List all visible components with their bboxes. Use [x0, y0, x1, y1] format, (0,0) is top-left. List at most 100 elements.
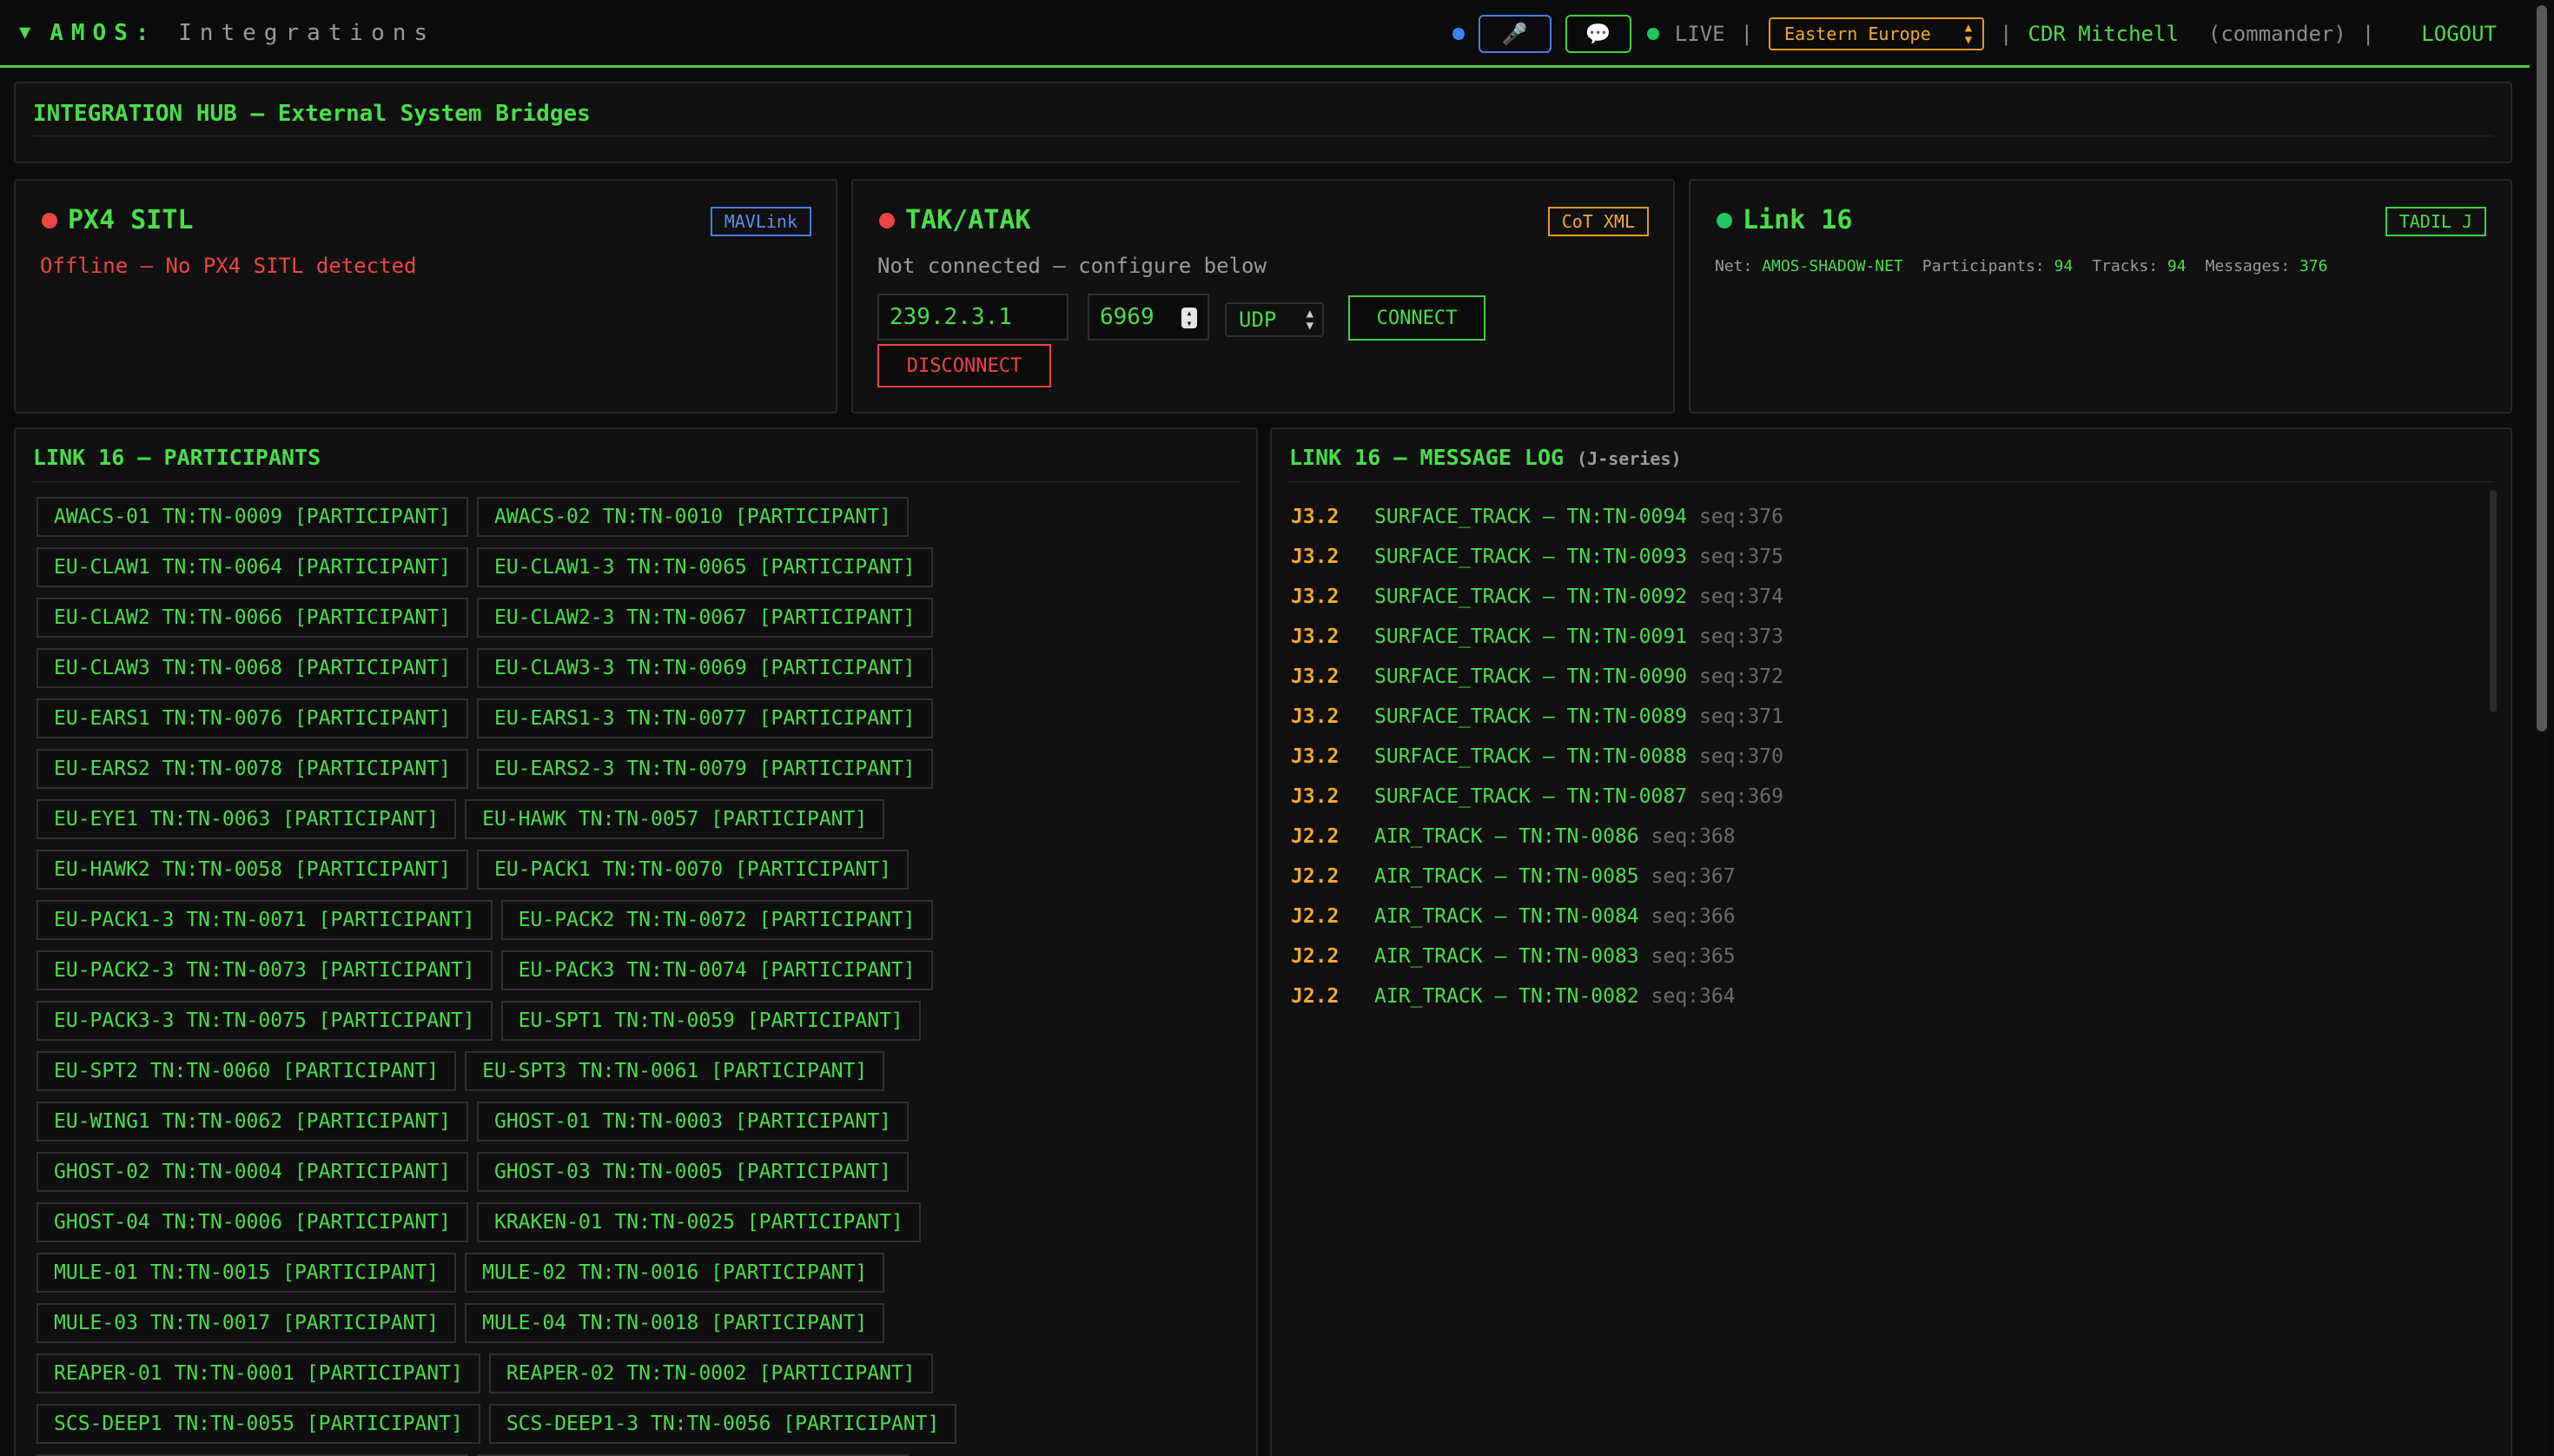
- host-input[interactable]: 239.2.3.1: [877, 294, 1069, 341]
- page-scrollbar[interactable]: [2535, 0, 2549, 1456]
- participant-chip[interactable]: EU-PACK1-3 TN:TN-0071 [PARTICIPANT]: [36, 900, 493, 940]
- protocol-badge: CoT XML: [1547, 207, 1649, 236]
- participant-chip[interactable]: EU-EARS1 TN:TN-0076 [PARTICIPANT]: [36, 698, 468, 738]
- participant-chip[interactable]: EU-CLAW2 TN:TN-0066 [PARTICIPANT]: [36, 598, 468, 638]
- message-text: SURFACE_TRACK — TN:TN-0091: [1374, 625, 1688, 648]
- message-code: J2.2: [1291, 865, 1340, 888]
- participants-list: AWACS-01 TN:TN-0009 [PARTICIPANT] AWACS-0…: [36, 497, 1027, 1456]
- participant-chip[interactable]: SCS-DEEP1-3 TN:TN-0056 [PARTICIPANT]: [488, 1404, 957, 1444]
- page-scrollbar-thumb[interactable]: [2537, 5, 2547, 731]
- message-text: SURFACE_TRACK — TN:TN-0093: [1374, 546, 1688, 568]
- participant-chip[interactable]: EU-CLAW2-3 TN:TN-0067 [PARTICIPANT]: [476, 598, 933, 638]
- participant-chip[interactable]: EU-SPT3 TN:TN-0061 [PARTICIPANT]: [465, 1051, 885, 1091]
- link16-title: Link 16: [1743, 205, 1853, 235]
- message-seq: seq:374: [1699, 586, 1783, 608]
- participant-chip[interactable]: GHOST-04 TN:TN-0006 [PARTICIPANT]: [36, 1202, 468, 1242]
- message-seq: seq:373: [1699, 625, 1783, 648]
- message-log-panel: LINK 16 — MESSAGE LOG (J-series) J3.2 SUR…: [1270, 427, 2512, 1456]
- log-row: J3.2 SURFACE_TRACK — TN:TN-0092 seq:374: [1291, 577, 1783, 617]
- px4-status: Offline — No PX4 SITL detected: [40, 254, 417, 278]
- top-bar: ▼ AMOS: Integrations 🎤 💬 LIVE | Eastern …: [0, 0, 2530, 68]
- participant-chip[interactable]: AWACS-02 TN:TN-0010 [PARTICIPANT]: [476, 497, 909, 537]
- card-title: TAK/ATAK: [879, 205, 1031, 235]
- participants-label: Participants:: [1922, 257, 2045, 275]
- participant-chip[interactable]: EU-EARS2-3 TN:TN-0079 [PARTICIPANT]: [476, 749, 933, 789]
- message-seq: seq:376: [1699, 506, 1783, 528]
- microphone-button[interactable]: 🎤: [1478, 15, 1552, 53]
- participant-chip[interactable]: EU-WING1 TN:TN-0062 [PARTICIPANT]: [36, 1102, 468, 1142]
- port-input[interactable]: 6969 ▴ ▾: [1088, 294, 1209, 341]
- participant-chip[interactable]: EU-CLAW3 TN:TN-0068 [PARTICIPANT]: [36, 648, 468, 688]
- participant-chip[interactable]: MULE-01 TN:TN-0015 [PARTICIPANT]: [36, 1253, 457, 1293]
- message-seq: seq:370: [1699, 745, 1783, 768]
- message-code: J2.2: [1291, 985, 1340, 1008]
- participant-chip[interactable]: EU-PACK3-3 TN:TN-0075 [PARTICIPANT]: [36, 1001, 493, 1041]
- participant-chip[interactable]: EU-SPT2 TN:TN-0060 [PARTICIPANT]: [36, 1051, 457, 1091]
- participant-chip[interactable]: AWACS-01 TN:TN-0009 [PARTICIPANT]: [36, 497, 468, 537]
- message-text: AIR_TRACK — TN:TN-0083: [1374, 945, 1639, 968]
- participant-chip[interactable]: GHOST-03 TN:TN-0005 [PARTICIPANT]: [476, 1152, 909, 1192]
- message-code: J2.2: [1291, 945, 1340, 968]
- integration-hub-header: INTEGRATION HUB — External System Bridge…: [14, 82, 2512, 163]
- connect-button[interactable]: CONNECT: [1348, 295, 1485, 341]
- disconnect-button[interactable]: DISCONNECT: [877, 344, 1051, 387]
- participant-chip[interactable]: MULE-04 TN:TN-0018 [PARTICIPANT]: [465, 1303, 885, 1343]
- participant-chip[interactable]: EU-PACK2 TN:TN-0072 [PARTICIPANT]: [500, 900, 933, 940]
- log-row: J3.2 SURFACE_TRACK — TN:TN-0090 seq:372: [1291, 657, 1783, 697]
- message-log-scrollbar[interactable]: [2490, 490, 2497, 712]
- select-arrows-icon: ▲ ▼: [1306, 307, 1313, 333]
- chat-button[interactable]: 💬: [1565, 15, 1631, 53]
- port-input-value: 6969: [1100, 304, 1155, 330]
- participant-chip[interactable]: EU-PACK3 TN:TN-0074 [PARTICIPANT]: [500, 950, 933, 990]
- participant-chip[interactable]: EU-PACK1 TN:TN-0070 [PARTICIPANT]: [476, 850, 909, 890]
- participant-chip[interactable]: EU-EYE1 TN:TN-0063 [PARTICIPANT]: [36, 799, 457, 839]
- log-row: J3.2 SURFACE_TRACK — TN:TN-0093 seq:375: [1291, 537, 1783, 577]
- card-title: Link 16: [1717, 205, 1852, 235]
- message-text: SURFACE_TRACK — TN:TN-0089: [1374, 705, 1688, 728]
- messages-label: Messages:: [2205, 257, 2291, 275]
- participant-chip[interactable]: REAPER-02 TN:TN-0002 [PARTICIPANT]: [488, 1353, 933, 1393]
- protocol-select[interactable]: UDP ▲ ▼: [1225, 302, 1324, 337]
- tak-status: Not connected — configure below: [877, 254, 1267, 278]
- net-label: Net:: [1715, 257, 1753, 275]
- participant-chip[interactable]: EU-CLAW1-3 TN:TN-0065 [PARTICIPANT]: [476, 547, 933, 587]
- message-seq: seq:368: [1651, 825, 1736, 848]
- participant-chip[interactable]: EU-SPT1 TN:TN-0059 [PARTICIPANT]: [500, 1001, 921, 1041]
- region-select[interactable]: Eastern Europe ▲ ▼: [1769, 17, 1985, 50]
- tak-atak-card: TAK/ATAK CoT XML Not connected — configu…: [851, 179, 1675, 414]
- participant-chip[interactable]: EU-EARS1-3 TN:TN-0077 [PARTICIPANT]: [476, 698, 933, 738]
- participant-chip[interactable]: EU-PACK2-3 TN:TN-0073 [PARTICIPANT]: [36, 950, 493, 990]
- app-title: AMOS: Integrations: [50, 20, 435, 46]
- user-role: (commander): [2207, 22, 2346, 46]
- net-value: AMOS-SHADOW-NET: [1762, 257, 1903, 275]
- offline-status-dot-icon: [879, 212, 895, 228]
- offline-status-dot-icon: [42, 212, 57, 228]
- tracks-label: Tracks:: [2092, 257, 2159, 275]
- user-name: CDR Mitchell: [2028, 22, 2179, 46]
- online-status-dot-icon: [1717, 212, 1732, 228]
- participant-chip[interactable]: GHOST-02 TN:TN-0004 [PARTICIPANT]: [36, 1152, 468, 1192]
- participant-chip[interactable]: GHOST-01 TN:TN-0003 [PARTICIPANT]: [476, 1102, 909, 1142]
- separator: |: [2000, 22, 2013, 46]
- participant-chip[interactable]: REAPER-01 TN:TN-0001 [PARTICIPANT]: [36, 1353, 480, 1393]
- participant-chip[interactable]: SCS-DEEP1 TN:TN-0055 [PARTICIPANT]: [36, 1404, 480, 1444]
- participant-chip[interactable]: EU-HAWK TN:TN-0057 [PARTICIPANT]: [465, 799, 885, 839]
- card-title: PX4 SITL: [42, 205, 194, 235]
- px4-sitl-card: PX4 SITL MAVLink Offline — No PX4 SITL d…: [14, 179, 837, 414]
- message-code: J3.2: [1291, 785, 1340, 808]
- divider: [1289, 481, 2493, 482]
- participant-chip[interactable]: EU-CLAW3-3 TN:TN-0069 [PARTICIPANT]: [476, 648, 933, 688]
- message-text: AIR_TRACK — TN:TN-0084: [1374, 905, 1639, 928]
- message-seq: seq:375: [1699, 546, 1783, 568]
- collapse-caret-icon[interactable]: ▼: [19, 22, 30, 43]
- participant-chip[interactable]: KRAKEN-01 TN:TN-0025 [PARTICIPANT]: [476, 1202, 921, 1242]
- participant-chip[interactable]: MULE-02 TN:TN-0016 [PARTICIPANT]: [465, 1253, 885, 1293]
- participant-chip[interactable]: MULE-03 TN:TN-0017 [PARTICIPANT]: [36, 1303, 457, 1343]
- participant-chip[interactable]: EU-EARS2 TN:TN-0078 [PARTICIPANT]: [36, 749, 468, 789]
- log-row: J2.2 AIR_TRACK — TN:TN-0085 seq:367: [1291, 857, 1783, 897]
- port-stepper-icon[interactable]: ▴ ▾: [1181, 308, 1197, 328]
- participant-chip[interactable]: EU-CLAW1 TN:TN-0064 [PARTICIPANT]: [36, 547, 468, 587]
- participant-chip[interactable]: EU-HAWK2 TN:TN-0058 [PARTICIPANT]: [36, 850, 468, 890]
- logout-button[interactable]: LOGOUT: [2421, 22, 2497, 46]
- messages-count: 376: [2299, 257, 2328, 275]
